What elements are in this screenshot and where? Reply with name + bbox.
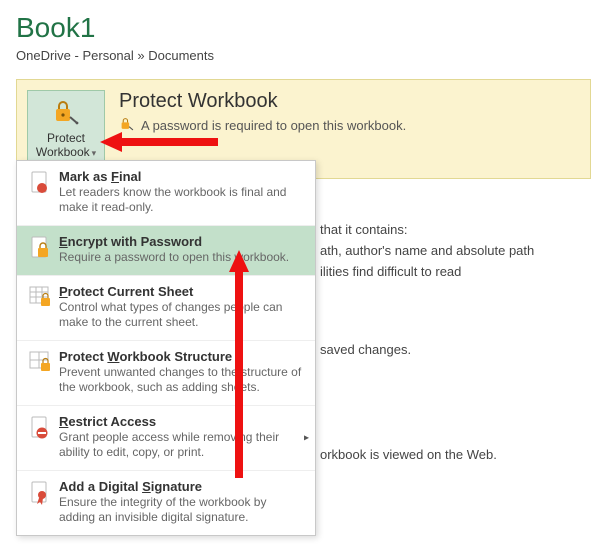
grid-lock-icon bbox=[27, 349, 53, 373]
tile-title: Protect Workbook bbox=[119, 90, 406, 113]
sheet-lock-icon bbox=[27, 284, 53, 308]
menu-desc: Ensure the integrity of the workbook by … bbox=[59, 495, 305, 525]
background-text: that it contains: ath, author's name and… bbox=[320, 200, 534, 466]
workbook-title: Book1 bbox=[16, 12, 591, 44]
lock-key-icon bbox=[119, 117, 135, 134]
menu-desc: Control what types of changes people can… bbox=[59, 300, 305, 330]
menu-title: Protect Current Sheet bbox=[59, 284, 305, 299]
menu-item-mark-as-final[interactable]: Mark as Final Let readers know the workb… bbox=[17, 161, 315, 226]
menu-title: Protect Workbook Structure bbox=[59, 349, 305, 364]
menu-desc: Grant people access while removing their… bbox=[59, 430, 305, 460]
protect-workbook-menu: Mark as Final Let readers know the workb… bbox=[16, 160, 316, 536]
menu-desc: Require a password to open this workbook… bbox=[59, 250, 305, 265]
lock-key-icon bbox=[52, 99, 80, 128]
ribbon-icon bbox=[27, 479, 53, 505]
menu-item-protect-current-sheet[interactable]: Protect Current Sheet Control what types… bbox=[17, 276, 315, 341]
menu-title: Mark as Final bbox=[59, 169, 305, 184]
document-lock-icon bbox=[27, 234, 53, 260]
tile-subtitle: A password is required to open this work… bbox=[141, 118, 406, 133]
menu-item-protect-workbook-structure[interactable]: Protect Workbook Structure Prevent unwan… bbox=[17, 341, 315, 406]
menu-item-restrict-access[interactable]: Restrict Access Grant people access whil… bbox=[17, 406, 315, 471]
protect-button-label-1: Protect bbox=[47, 131, 85, 145]
menu-title: Add a Digital Signature bbox=[59, 479, 305, 494]
chevron-down-icon: ▾ bbox=[92, 148, 97, 158]
menu-title: Restrict Access bbox=[59, 414, 305, 429]
menu-desc: Let readers know the workbook is final a… bbox=[59, 185, 305, 215]
menu-item-encrypt-with-password[interactable]: Encrypt with Password Require a password… bbox=[17, 226, 315, 276]
menu-item-add-digital-signature[interactable]: Add a Digital Signature Ensure the integ… bbox=[17, 471, 315, 535]
no-entry-icon bbox=[27, 414, 53, 440]
protect-button-label-2: Workbook bbox=[36, 145, 90, 159]
menu-title: Encrypt with Password bbox=[59, 234, 305, 249]
document-seal-icon bbox=[27, 169, 53, 195]
chevron-right-icon: ▸ bbox=[304, 433, 309, 444]
menu-desc: Prevent unwanted changes to the structur… bbox=[59, 365, 305, 395]
protect-workbook-button[interactable]: Protect Workbook▾ bbox=[27, 90, 105, 168]
breadcrumb[interactable]: OneDrive - Personal » Documents bbox=[16, 48, 591, 63]
